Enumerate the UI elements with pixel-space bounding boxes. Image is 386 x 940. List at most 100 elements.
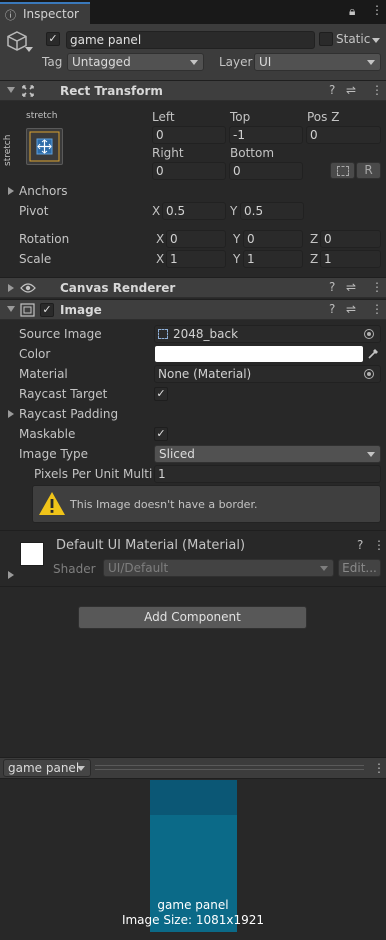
posz-label: Pos Z (307, 110, 340, 124)
tab-menu-icon[interactable]: ⋮ (371, 3, 383, 17)
image-fold-icon (7, 306, 15, 312)
blueprint-icon (337, 166, 349, 176)
top-field[interactable]: -1 (229, 126, 303, 144)
preview-dropdown-value: game panel (8, 761, 80, 775)
anchor-preset-top-label: stretch (26, 111, 58, 121)
right-label: Right (152, 146, 184, 160)
maskable-checkbox[interactable]: ✓ (154, 427, 168, 441)
scale-label: Scale (19, 252, 52, 266)
rotation-label: Rotation (19, 232, 70, 246)
ppu-field[interactable]: 1 (154, 465, 381, 483)
layer-label: Layer (219, 55, 253, 69)
tag-dropdown[interactable]: Untagged (67, 53, 204, 71)
shader-label: Shader (53, 562, 96, 576)
anchor-preset-side-label: stretch (3, 134, 13, 166)
rot-z-label: Z (310, 232, 319, 246)
material-value: None (Material) (158, 367, 252, 381)
tag-dropdown-arrow-icon (190, 60, 198, 65)
material-picker-icon[interactable] (364, 369, 374, 379)
color-label: Color (19, 347, 51, 361)
scale-x-field[interactable]: 1 (166, 250, 226, 268)
canvas-renderer-fold-icon (8, 284, 14, 292)
preview-dropdown[interactable]: game panel (3, 759, 91, 777)
material-fold-icon[interactable] (8, 571, 14, 579)
eyedropper-icon[interactable] (367, 347, 380, 360)
image-presets-icon[interactable]: ⇌ (346, 302, 356, 316)
pivot-x-field[interactable]: 0.5 (162, 202, 226, 220)
material-menu-icon[interactable]: ⋮ (373, 538, 385, 552)
scale-x-label: X (156, 252, 165, 266)
left-field[interactable]: 0 (152, 126, 226, 144)
anchor-preset-button[interactable] (26, 128, 63, 165)
material-label: Material (19, 367, 68, 381)
pivot-y-field[interactable]: 0.5 (240, 202, 304, 220)
posz-field[interactable]: 0 (306, 126, 381, 144)
scale-y-label: Y (233, 252, 241, 266)
rect-transform-title: Rect Transform (60, 84, 163, 98)
scale-y-field[interactable]: 1 (243, 250, 303, 268)
image-help-icon[interactable]: ? (329, 302, 335, 316)
static-label: Static (336, 32, 371, 46)
canvas-renderer-title: Canvas Renderer (60, 281, 176, 295)
bottom-field[interactable]: 0 (229, 162, 303, 180)
preview-menu-icon[interactable]: ⋮ (373, 761, 385, 775)
object-name-field[interactable]: game panel (66, 31, 315, 49)
blueprint-mode-button[interactable] (330, 162, 355, 179)
shader-arrow-icon (320, 566, 328, 571)
material-preview-swatch (20, 542, 44, 566)
anchors-fold-icon[interactable] (8, 187, 14, 195)
static-checkbox[interactable] (319, 32, 333, 46)
preview-name: game panel (157, 898, 229, 912)
rotation-y-field[interactable]: 0 (243, 230, 303, 248)
source-image-field[interactable]: 2048_back (154, 325, 381, 343)
scale-z-field[interactable]: 1 (320, 250, 381, 268)
source-image-picker-icon[interactable] (364, 329, 374, 339)
anchors-label[interactable]: Anchors (19, 184, 68, 198)
add-component-divider (0, 586, 386, 587)
raycast-target-checkbox[interactable]: ✓ (154, 387, 168, 401)
image-type-arrow-icon (367, 452, 375, 457)
layer-dropdown[interactable]: UI (254, 53, 381, 71)
raycast-padding-label[interactable]: Raycast Padding (19, 407, 118, 421)
component-menu-icon[interactable]: ⋮ (371, 83, 383, 97)
tag-value: Untagged (72, 55, 131, 69)
anchor-stretch-icon (29, 131, 60, 162)
right-field[interactable]: 0 (152, 162, 226, 180)
image-type-dropdown[interactable]: Sliced (154, 445, 381, 463)
canvas-menu-icon[interactable]: ⋮ (371, 280, 383, 294)
pivot-y-label: Y (230, 204, 238, 218)
image-header[interactable]: ✓ Image ? ⇌ ⋮ (0, 299, 386, 320)
canvas-help-icon[interactable]: ? (329, 280, 335, 294)
active-checkbox[interactable]: ✓ (46, 32, 60, 46)
raw-edit-button[interactable]: R (356, 162, 381, 179)
edit-shader-button[interactable]: Edit... (338, 559, 381, 577)
rect-transform-header[interactable]: Rect Transform ? ⇌ ⋮ (0, 80, 386, 101)
add-component-button[interactable]: Add Component (78, 606, 307, 629)
tab-inspector[interactable]: ⓘ Inspector (0, 2, 90, 24)
bottom-label: Bottom (230, 146, 275, 160)
shader-dropdown[interactable]: UI/Default (103, 559, 334, 577)
canvas-renderer-header[interactable]: Canvas Renderer ? ⇌ ⋮ (0, 277, 386, 298)
lock-icon[interactable]: 🔒︎ (349, 4, 355, 19)
rotation-z-field[interactable]: 0 (320, 230, 381, 248)
rotation-x-field[interactable]: 0 (166, 230, 226, 248)
image-title: Image (60, 303, 102, 317)
preview-dropdown-arrow-icon (77, 766, 85, 771)
color-swatch[interactable] (155, 346, 363, 362)
raycast-padding-fold-icon[interactable] (8, 410, 14, 418)
static-dropdown-arrow-icon[interactable] (372, 38, 380, 43)
preview-size: Image Size: 1081x1921 (121, 913, 265, 927)
icon-dropdown-arrow-icon[interactable] (25, 47, 33, 52)
preview-drag-handle[interactable] (95, 765, 364, 770)
rot-x-label: X (156, 232, 165, 246)
image-menu-icon[interactable]: ⋮ (371, 302, 383, 316)
layer-dropdown-arrow-icon (367, 60, 375, 65)
material-help-icon[interactable]: ? (357, 538, 363, 552)
image-enabled-checkbox[interactable]: ✓ (40, 303, 54, 317)
canvas-presets-icon[interactable]: ⇌ (346, 280, 356, 294)
layer-value: UI (259, 55, 272, 69)
material-field[interactable]: None (Material) (154, 365, 381, 383)
presets-icon[interactable]: ⇌ (346, 83, 356, 97)
top-label: Top (230, 110, 251, 124)
help-icon[interactable]: ? (329, 83, 335, 97)
